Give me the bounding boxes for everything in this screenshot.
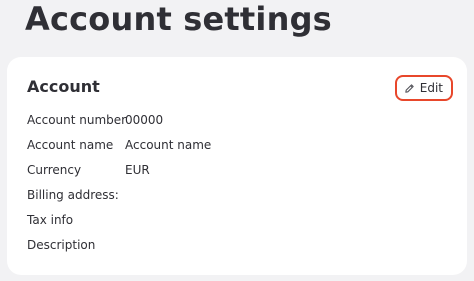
detail-row-currency: Currency EUR bbox=[27, 157, 211, 182]
page-title: Account settings bbox=[25, 0, 332, 38]
detail-label: Account number bbox=[27, 112, 127, 127]
card-title: Account bbox=[27, 77, 100, 96]
detail-value: Account name bbox=[125, 137, 212, 152]
detail-label: Tax info bbox=[27, 212, 74, 227]
detail-row-account-number: Account number 00000 bbox=[27, 107, 211, 132]
detail-label: Account name bbox=[27, 137, 114, 152]
detail-label: Description bbox=[27, 237, 96, 252]
account-details: Account number 00000 Account name Accoun… bbox=[27, 107, 211, 257]
detail-value: 00000 bbox=[125, 112, 164, 127]
detail-label: Currency bbox=[27, 162, 82, 177]
detail-row-tax-info: Tax info bbox=[27, 207, 211, 232]
detail-row-account-name: Account name Account name bbox=[27, 132, 211, 157]
account-card: Account Edit Account number 00000 Accoun… bbox=[7, 57, 467, 275]
detail-row-billing-address: Billing address: bbox=[27, 182, 211, 207]
pencil-icon bbox=[404, 83, 415, 94]
detail-value: EUR bbox=[125, 162, 150, 177]
edit-button-label: Edit bbox=[419, 81, 443, 95]
edit-button[interactable]: Edit bbox=[394, 75, 453, 101]
detail-label: Billing address: bbox=[27, 187, 119, 202]
detail-row-description: Description bbox=[27, 232, 211, 257]
